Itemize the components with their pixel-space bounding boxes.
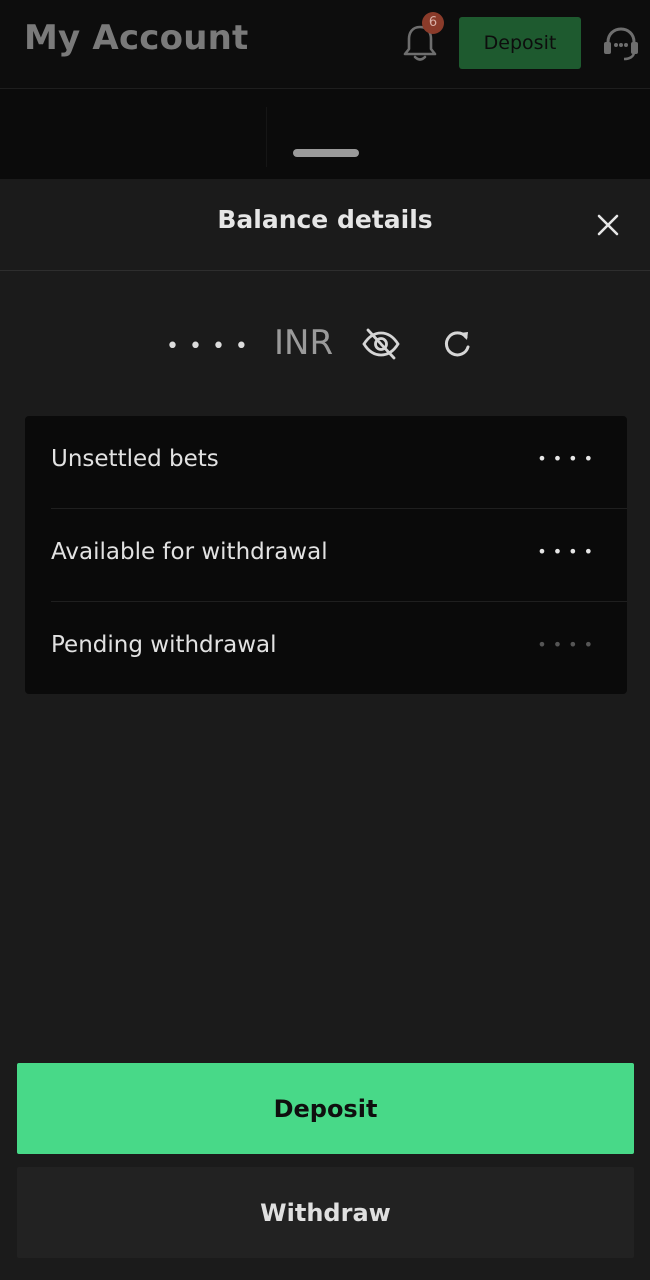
refresh-icon[interactable]: [438, 325, 476, 363]
deposit-button[interactable]: Deposit: [17, 1063, 634, 1154]
balance-summary: •••• INR: [0, 319, 650, 369]
balance-currency: INR: [274, 323, 334, 363]
close-icon: [597, 214, 619, 236]
balance-breakdown-card: Unsettled bets •••• Available for withdr…: [25, 416, 627, 694]
balance-details-sheet: Balance details •••• INR Unsettled bets …: [0, 179, 650, 1280]
eye-off-icon[interactable]: [360, 325, 402, 363]
app-background-strip: [0, 89, 650, 179]
notification-badge: 6: [422, 12, 444, 34]
divider: [266, 107, 267, 167]
page-title: My Account: [24, 18, 249, 58]
row-label: Unsettled bets: [51, 446, 219, 472]
row-label: Pending withdrawal: [51, 632, 277, 658]
headset-support-icon[interactable]: [600, 24, 642, 64]
row-value: ••••: [537, 449, 599, 468]
sheet-header: Balance details: [0, 179, 650, 271]
withdraw-button[interactable]: Withdraw: [17, 1167, 634, 1258]
app-header: My Account 6 Deposit: [0, 0, 650, 89]
sheet-drag-handle[interactable]: [293, 149, 359, 157]
balance-masked-value: ••••: [166, 334, 258, 359]
row-label: Available for withdrawal: [51, 539, 328, 565]
list-item: Unsettled bets ••••: [25, 416, 627, 509]
header-deposit-button[interactable]: Deposit: [459, 17, 581, 69]
close-button[interactable]: [588, 205, 628, 245]
row-value: ••••: [537, 542, 599, 561]
list-item: Available for withdrawal ••••: [25, 509, 627, 602]
row-value: ••••: [537, 635, 599, 654]
list-item: Pending withdrawal ••••: [25, 602, 627, 694]
sheet-title: Balance details: [217, 205, 433, 234]
